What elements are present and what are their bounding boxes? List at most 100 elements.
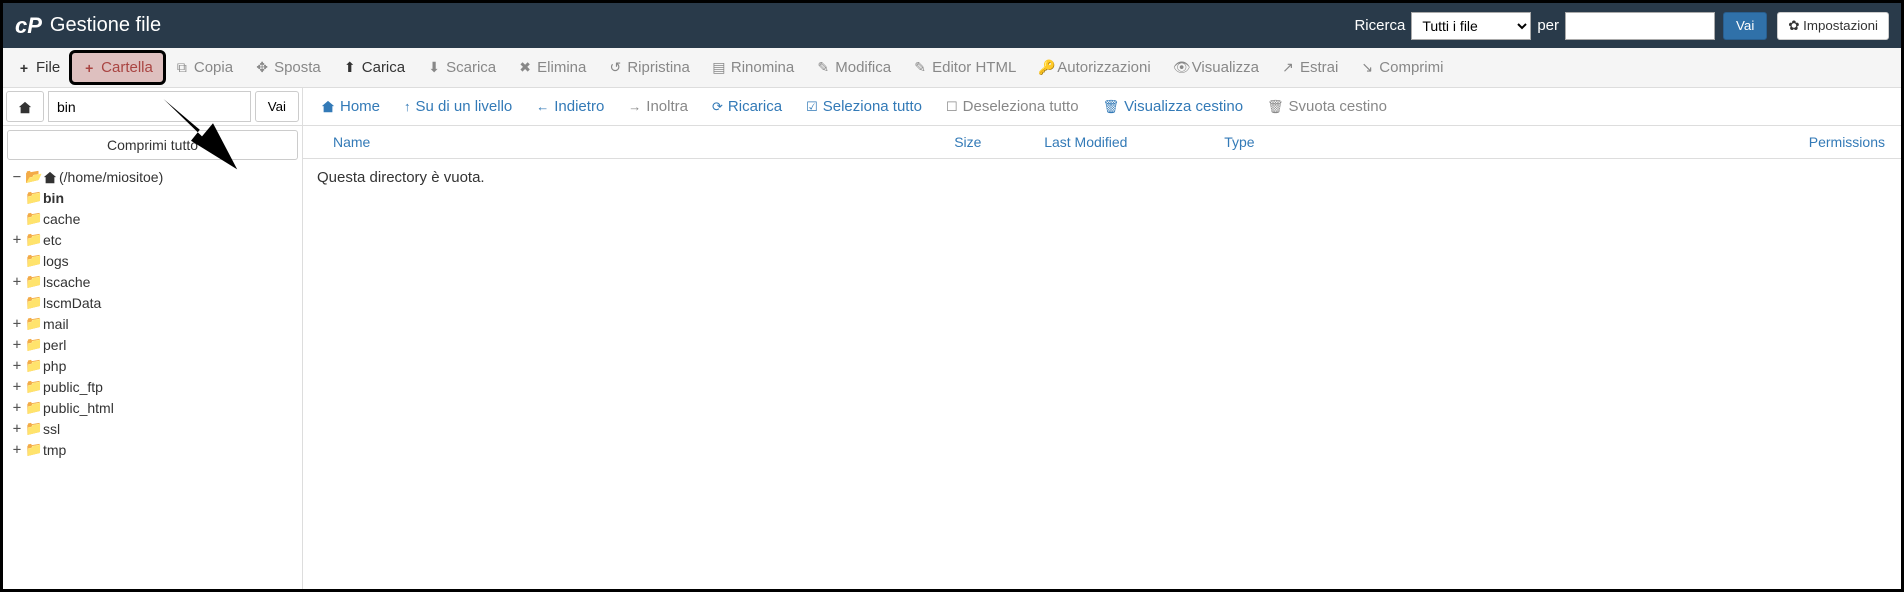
tree-item-label[interactable]: php [43, 358, 66, 374]
nav-home-button[interactable]: Home [311, 93, 390, 120]
permissions-button[interactable]: 🔑 Autorizzazioni [1028, 53, 1160, 82]
folder-tree: − 📂 (/home/miositoe) [7, 166, 298, 187]
home-icon [18, 98, 32, 114]
folder-icon: 📁 [25, 357, 41, 374]
tree-item-label[interactable]: public_ftp [43, 379, 103, 395]
column-type[interactable]: Type [1212, 134, 1372, 150]
column-modified[interactable]: Last Modified [1032, 134, 1212, 150]
column-name[interactable]: Name [303, 134, 942, 150]
expand-toggle-icon[interactable]: + [11, 316, 23, 332]
tree-item[interactable]: +📁tmp [11, 439, 298, 460]
tree-item-label[interactable]: tmp [43, 442, 66, 458]
column-permissions[interactable]: Permissions [1372, 134, 1901, 150]
delete-button[interactable]: ✖ Elimina [508, 53, 596, 82]
tree-item-label[interactable]: ssl [43, 421, 60, 437]
edit-button[interactable]: ✎ Modifica [806, 53, 901, 82]
per-label: per [1537, 17, 1559, 34]
folder-icon: 📁 [25, 315, 41, 332]
file-list-panel: Name Size Last Modified Type Permissions… [303, 126, 1901, 589]
compress-button[interactable]: ↘ Comprimi [1350, 53, 1453, 82]
path-input[interactable] [48, 91, 251, 122]
folder-icon: 📁 [25, 294, 41, 311]
tree-item-label[interactable]: mail [43, 316, 69, 332]
folder-icon: 📁 [25, 273, 41, 290]
expand-toggle-icon[interactable]: + [11, 337, 23, 353]
path-home-button[interactable] [6, 91, 44, 122]
folder-icon: 📁 [25, 189, 41, 206]
settings-button[interactable]: ✿ Impostazioni [1777, 12, 1889, 40]
new-file-button[interactable]: + File [7, 53, 70, 82]
search-scope-select[interactable]: Tutti i file [1411, 12, 1531, 40]
download-button[interactable]: ⬇ Scarica [417, 53, 506, 82]
tree-item[interactable]: +📁perl [11, 334, 298, 355]
gear-icon: ✿ [1788, 18, 1799, 33]
tree-item-label[interactable]: logs [43, 253, 69, 269]
folder-icon: 📁 [25, 399, 41, 416]
tree-item[interactable]: 📁logs [11, 250, 298, 271]
empty-directory-message: Questa directory è vuota. [303, 159, 1901, 196]
path-go-button[interactable]: Vai [255, 91, 299, 122]
nav-reload-button[interactable]: ⟳ Ricarica [702, 93, 792, 120]
search-go-button[interactable]: Vai [1723, 12, 1767, 40]
expand-toggle-icon[interactable]: + [11, 358, 23, 374]
deselect-all-button[interactable]: ☐ Deseleziona tutto [936, 93, 1089, 120]
tree-item[interactable]: 📁lscmData [11, 292, 298, 313]
view-trash-button[interactable]: 🗑 Visualizza cestino [1093, 93, 1253, 120]
tree-item[interactable]: 📁cache [11, 208, 298, 229]
tree-item[interactable]: 📁bin [11, 187, 298, 208]
compress-icon: ↘ [1360, 59, 1374, 76]
tree-item[interactable]: +📁lscache [11, 271, 298, 292]
expand-toggle-icon[interactable]: + [11, 421, 23, 437]
tree-item[interactable]: +📁public_html [11, 397, 298, 418]
folder-icon: 📁 [25, 378, 41, 395]
html-icon: ✎ [913, 59, 927, 76]
trash-icon: 🗑 [1267, 99, 1284, 115]
nav-up-button[interactable]: ↑ Su di un livello [394, 93, 522, 120]
cpanel-logo-icon: cP [15, 13, 42, 39]
tree-root[interactable]: − 📂 (/home/miositoe) [11, 166, 298, 187]
nav-back-button[interactable]: ← Indietro [526, 93, 614, 120]
copy-icon: ⧉ [175, 59, 189, 76]
tree-root-label[interactable]: (/home/miositoe) [59, 169, 163, 185]
collapse-toggle-icon[interactable]: − [11, 169, 23, 185]
expand-toggle-icon[interactable]: + [11, 274, 23, 290]
tree-item-label[interactable]: lscmData [43, 295, 101, 311]
empty-trash-button[interactable]: 🗑 Svuota cestino [1257, 93, 1397, 120]
check-square-icon: ☑ [806, 99, 818, 115]
column-size[interactable]: Size [942, 134, 1032, 150]
extract-button[interactable]: ↗ Estrai [1271, 53, 1348, 82]
tree-item[interactable]: +📁public_ftp [11, 376, 298, 397]
expand-toggle-icon[interactable]: + [11, 400, 23, 416]
search-input[interactable] [1565, 12, 1715, 40]
restore-button[interactable]: ↺ Ripristina [598, 53, 700, 82]
tree-item-label[interactable]: bin [43, 190, 64, 206]
sub-toolbar: Vai Home ↑ Su di un livello ← Indietro →… [3, 88, 1901, 126]
tree-item[interactable]: +📁etc [11, 229, 298, 250]
folder-icon: 📁 [25, 210, 41, 227]
expand-toggle-icon[interactable]: + [11, 379, 23, 395]
select-all-button[interactable]: ☑ Seleziona tutto [796, 93, 932, 120]
tree-item[interactable]: +📁php [11, 355, 298, 376]
tree-item-label[interactable]: cache [43, 211, 80, 227]
nav-forward-button[interactable]: → Inoltra [618, 93, 698, 120]
move-button[interactable]: ✥ Sposta [245, 53, 331, 82]
tree-item[interactable]: +📁ssl [11, 418, 298, 439]
rename-button[interactable]: ▤ Rinomina [702, 53, 804, 82]
tree-item[interactable]: +📁mail [11, 313, 298, 334]
plus-icon: + [17, 60, 31, 76]
tree-item-label[interactable]: lscache [43, 274, 90, 290]
copy-button[interactable]: ⧉ Copia [165, 53, 243, 82]
tree-item-label[interactable]: public_html [43, 400, 114, 416]
html-editor-button[interactable]: ✎ Editor HTML [903, 53, 1026, 82]
app-header: cP Gestione file Ricerca Tutti i file pe… [3, 3, 1901, 48]
collapse-all-button[interactable]: Comprimi tutto [7, 130, 298, 160]
expand-toggle-icon[interactable]: + [11, 232, 23, 248]
view-button[interactable]: 👁 Visualizza [1163, 53, 1269, 82]
search-label: Ricerca [1354, 17, 1405, 34]
upload-button[interactable]: ⬆ Carica [333, 53, 415, 82]
folder-icon: 📁 [25, 231, 41, 248]
expand-toggle-icon[interactable]: + [11, 442, 23, 458]
new-folder-button[interactable]: + Cartella [72, 53, 163, 82]
tree-item-label[interactable]: perl [43, 337, 66, 353]
tree-item-label[interactable]: etc [43, 232, 62, 248]
